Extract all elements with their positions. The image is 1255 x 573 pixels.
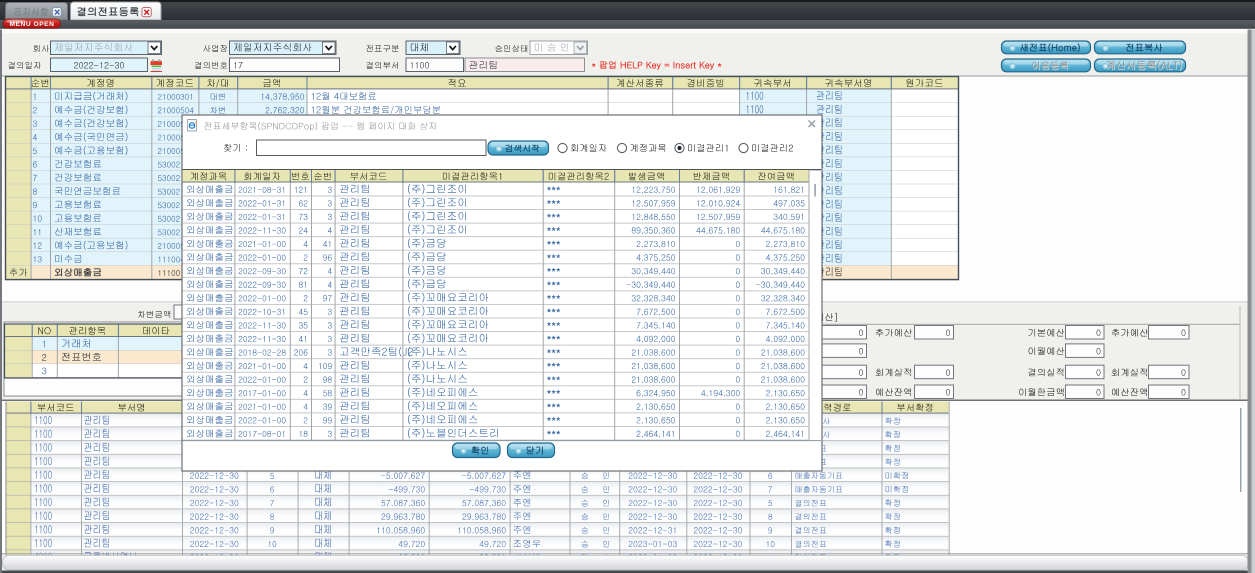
svg-text:MENU OPEN: MENU OPEN: [10, 21, 55, 28]
